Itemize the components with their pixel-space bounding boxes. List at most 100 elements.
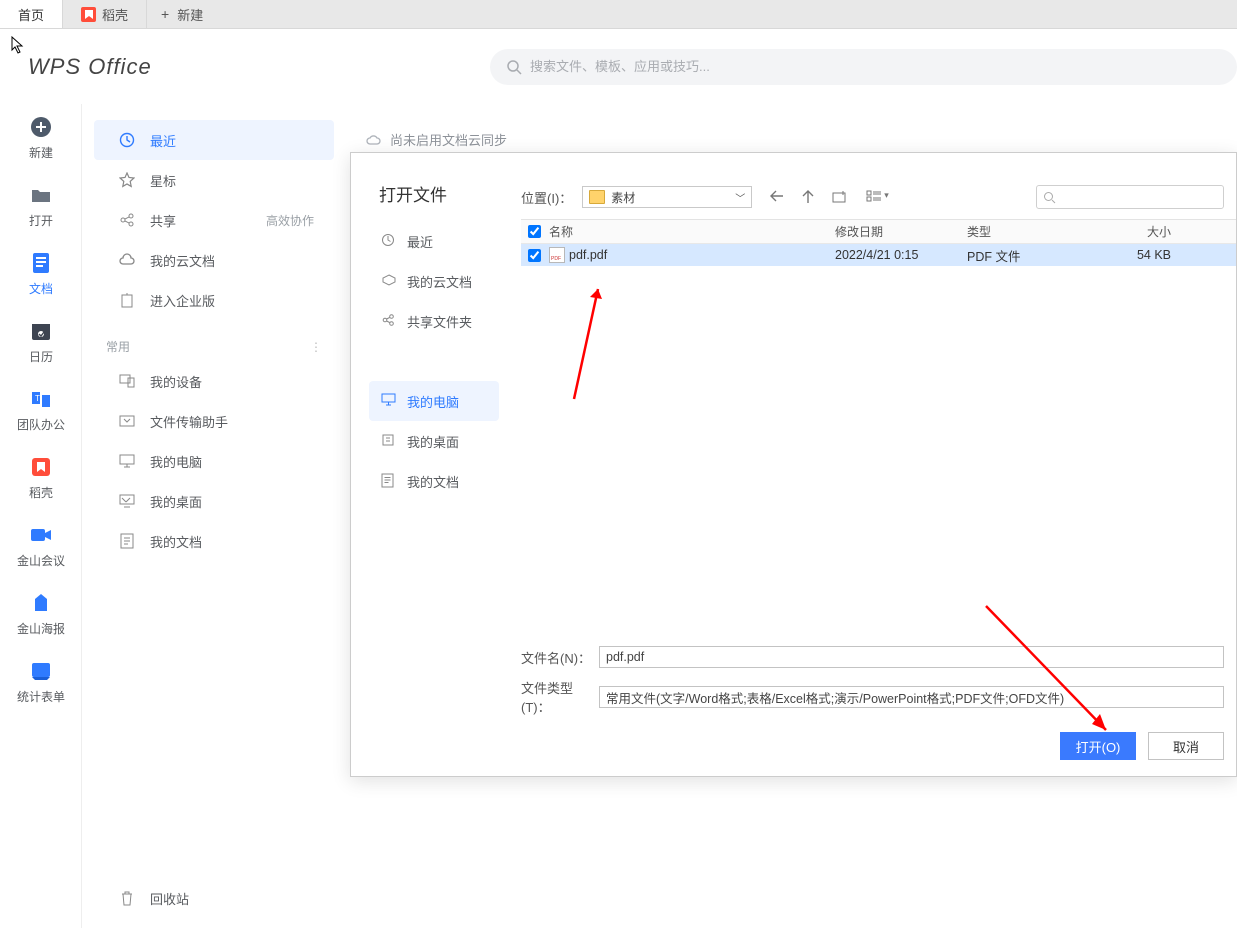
sidecol-desktop[interactable]: 我的桌面 <box>94 481 334 521</box>
section-more-icon[interactable]: ⋮ <box>310 340 322 354</box>
dlg-desktop-icon <box>381 433 397 449</box>
cloud-sync-icon <box>366 133 382 147</box>
leftnav-open[interactable]: 打开 <box>0 172 82 240</box>
dlgnav-shared-label: 共享文件夹 <box>407 312 472 331</box>
form-icon <box>30 660 52 682</box>
pdf-file-icon <box>549 247 565 263</box>
sidecol-cloud[interactable]: 我的云文档 <box>94 240 334 280</box>
file-date: 2022/4/21 0:15 <box>835 248 967 262</box>
leftnav-docer[interactable]: 稻壳 <box>0 444 82 512</box>
file-list: 名称 ︿ 修改日期 类型 大小 pdf.pdf 2022/4/21 0:15 P… <box>521 219 1236 646</box>
cloud-icon <box>118 251 136 269</box>
newfolder-icon[interactable] <box>832 190 848 204</box>
chevron-down-icon: ﹀ <box>735 190 745 205</box>
tab-docer[interactable]: 稻壳 <box>63 0 147 28</box>
dlg-mypc-icon <box>381 393 397 409</box>
open-button[interactable]: 打开(O) <box>1060 732 1136 760</box>
sidecol-mypc-label: 我的电脑 <box>150 452 202 471</box>
tab-home[interactable]: 首页 <box>0 0 63 28</box>
dlg-recent-icon <box>381 233 397 249</box>
row-checkbox[interactable] <box>528 249 541 262</box>
back-icon[interactable] <box>770 190 784 204</box>
sidecol-transfer[interactable]: 文件传输助手 <box>94 401 334 441</box>
sidecol-star[interactable]: 星标 <box>94 160 334 200</box>
col-type[interactable]: 类型 <box>967 223 1095 240</box>
view-icon[interactable]: ▾ <box>866 190 889 204</box>
sidecol-enterprise[interactable]: 进入企业版 <box>94 280 334 320</box>
dlgnav-cloud-label: 我的云文档 <box>407 272 472 291</box>
tab-home-label: 首页 <box>18 5 44 24</box>
leftnav-form[interactable]: 统计表单 <box>0 648 82 716</box>
sync-notice[interactable]: 尚未启用文档云同步 <box>366 130 507 149</box>
location-combo[interactable]: 素材 ﹀ <box>582 186 752 208</box>
leftnav-poster[interactable]: 金山海报 <box>0 580 82 648</box>
col-name[interactable]: 名称 <box>547 223 835 240</box>
dlgnav-shared[interactable]: 共享文件夹 <box>369 301 499 341</box>
side-column: 最近 星标 共享 高效协作 我的云文档 进入企业版 常用 ⋮ 我的设备 文件传输… <box>82 104 346 928</box>
sidecol-mypc[interactable]: 我的电脑 <box>94 441 334 481</box>
search-input[interactable] <box>530 59 1221 74</box>
logo: WPS Office <box>28 54 152 80</box>
leftnav-calendar-label: 日历 <box>29 348 53 365</box>
leftnav-docer-label: 稻壳 <box>29 484 53 501</box>
sidecol-mydocs[interactable]: 我的文档 <box>94 521 334 561</box>
dlgnav-mypc[interactable]: 我的电脑 <box>369 381 499 421</box>
sidecol-share[interactable]: 共享 高效协作 <box>94 200 334 240</box>
team-icon: T <box>30 388 52 410</box>
open-icon <box>30 184 52 206</box>
filetype-label: 文件类型(T)： <box>521 678 599 716</box>
share-icon <box>118 211 136 229</box>
section-common: 常用 ⋮ <box>82 320 346 361</box>
col-size[interactable]: 大小 <box>1095 223 1183 240</box>
new-tab-button[interactable]: + 新建 <box>147 0 217 28</box>
section-common-label: 常用 <box>106 338 130 355</box>
leftnav-calendar[interactable]: 日历 <box>0 308 82 376</box>
docs-icon <box>30 252 52 274</box>
plus-icon: + <box>161 6 169 22</box>
leftnav-meeting[interactable]: 金山会议 <box>0 512 82 580</box>
leftnav-new[interactable]: 新建 <box>0 104 82 172</box>
tab-docer-label: 稻壳 <box>102 5 128 24</box>
dialog-title: 打开文件 <box>379 181 447 206</box>
tabs-bar: 首页 稻壳 + 新建 <box>0 0 1237 29</box>
transfer-icon <box>118 412 136 430</box>
search-box[interactable] <box>490 49 1237 85</box>
dlg-shared-icon <box>381 313 397 329</box>
leftnav-docs[interactable]: 文档 <box>0 240 82 308</box>
location-value: 素材 <box>611 189 635 206</box>
recycle-icon <box>118 889 136 907</box>
sidecol-recycle[interactable]: 回收站 <box>94 878 334 918</box>
filetype-combo[interactable]: 常用文件(文字/Word格式;表格/Excel格式;演示/PowerPoint格… <box>599 686 1224 708</box>
docer-nav-icon <box>30 456 52 478</box>
dlgnav-mydocs-label: 我的文档 <box>407 472 459 491</box>
sort-indicator-icon: ︿ <box>835 222 845 237</box>
dlgnav-recent[interactable]: 最近 <box>369 221 499 261</box>
dlgnav-desktop[interactable]: 我的桌面 <box>369 421 499 461</box>
cancel-button[interactable]: 取消 <box>1148 732 1224 760</box>
leftnav-open-label: 打开 <box>29 212 53 229</box>
file-row[interactable]: pdf.pdf 2022/4/21 0:15 PDF 文件 54 KB <box>521 244 1236 266</box>
up-icon[interactable] <box>802 190 814 204</box>
location-label: 位置(I)： <box>521 188 572 207</box>
dlgnav-desktop-label: 我的桌面 <box>407 432 459 451</box>
leftnav-meeting-label: 金山会议 <box>17 552 65 569</box>
sidecol-device[interactable]: 我的设备 <box>94 361 334 401</box>
filename-input[interactable]: pdf.pdf <box>599 646 1224 668</box>
location-bar: 位置(I)： 素材 ﹀ ▾ <box>521 185 1224 209</box>
sidecol-device-label: 我的设备 <box>150 372 202 391</box>
docer-icon <box>81 7 96 22</box>
leftnav-team[interactable]: T 团队办公 <box>0 376 82 444</box>
header-checkbox[interactable] <box>528 225 541 238</box>
col-date[interactable]: 修改日期 <box>835 223 967 240</box>
file-type: PDF 文件 <box>967 246 1095 265</box>
dlgnav-recent-label: 最近 <box>407 232 433 251</box>
leftnav-team-label: 团队办公 <box>17 416 65 433</box>
dialog-search[interactable] <box>1036 185 1224 209</box>
svg-text:T: T <box>35 394 40 403</box>
dlgnav-mydocs[interactable]: 我的文档 <box>369 461 499 501</box>
new-tab-label: 新建 <box>177 5 203 24</box>
dlgnav-cloud[interactable]: 我的云文档 <box>369 261 499 301</box>
sidecol-recent[interactable]: 最近 <box>94 120 334 160</box>
device-icon <box>118 372 136 390</box>
file-size: 54 KB <box>1095 248 1183 262</box>
